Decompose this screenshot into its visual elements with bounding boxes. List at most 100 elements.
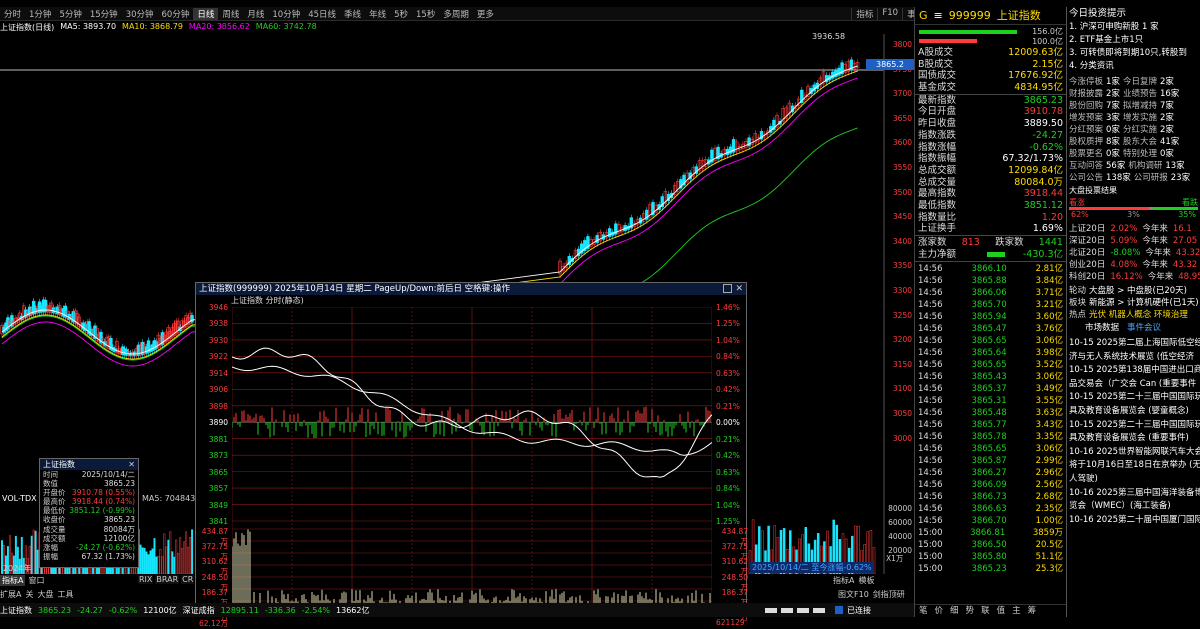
- hot-row[interactable]: 板块 新能源 > 计算机硬件(已1天): [1067, 297, 1200, 309]
- quote-tab[interactable]: 细: [950, 605, 959, 617]
- bottom-button[interactable]: 工具: [57, 589, 73, 601]
- period-tab[interactable]: 15分钟: [86, 8, 122, 20]
- intraday-popup[interactable]: 上证指数(999999) 2025年10月14日 星期二 PageUp/Down…: [195, 282, 748, 628]
- bottom-link[interactable]: 图文F10: [838, 589, 869, 600]
- stat-cell[interactable]: 拟增减持: [1123, 100, 1157, 112]
- stat-cell[interactable]: 财报披露: [1069, 88, 1103, 100]
- feed-item[interactable]: 4. 分类资讯: [1067, 60, 1200, 73]
- stat-cell[interactable]: 公司公告: [1069, 172, 1103, 184]
- period-tab[interactable]: 10分钟: [268, 8, 304, 20]
- news-item[interactable]: 品交易会（广交会 Can (重要事件: [1067, 378, 1200, 392]
- stat-cell[interactable]: 业绩预告: [1123, 88, 1157, 100]
- stat-cell[interactable]: 0家: [1106, 148, 1120, 160]
- tab-indicator[interactable]: 指标A: [0, 575, 26, 586]
- period-tab[interactable]: 15秒: [412, 8, 439, 20]
- stat-cell[interactable]: 增发预案: [1069, 112, 1103, 124]
- period-tab[interactable]: 45日线: [304, 8, 340, 20]
- news-item[interactable]: 具及教育设备展览会 (重要事件): [1067, 432, 1200, 446]
- period-tab[interactable]: 5秒: [390, 8, 412, 20]
- stat-cell[interactable]: 分红预案: [1069, 124, 1103, 136]
- feed-item[interactable]: 1. 沪深可申购新股 1 家: [1067, 21, 1200, 34]
- stat-cell[interactable]: 41家: [1160, 136, 1179, 148]
- stat-cell[interactable]: 股东大会: [1123, 136, 1157, 148]
- bottom-link[interactable]: 剑指顶研: [873, 589, 905, 600]
- quote-tab[interactable]: 笔: [919, 605, 928, 617]
- stat-cell[interactable]: 23家: [1171, 172, 1190, 184]
- period-tab[interactable]: 1分钟: [25, 8, 55, 20]
- quote-tab[interactable]: 主: [1012, 605, 1021, 617]
- stat-cell[interactable]: 公司研报: [1134, 172, 1168, 184]
- indicator-tab[interactable]: BRAR: [155, 575, 180, 584]
- feed-item[interactable]: 2. ETF基金上市1只: [1067, 34, 1200, 47]
- news-item[interactable]: 10-16 2025第二十届中国厦门国际: [1067, 514, 1200, 528]
- bottom-button[interactable]: 大盘: [37, 589, 53, 601]
- quote-tab[interactable]: 价: [935, 605, 944, 617]
- news-item[interactable]: 10-15 2025第二十三届中国国际玩: [1067, 419, 1200, 433]
- period-tab[interactable]: 月线: [243, 8, 268, 20]
- period-tab[interactable]: 年线: [365, 8, 390, 20]
- stat-cell[interactable]: 8家: [1106, 136, 1120, 148]
- news-item[interactable]: 10-15 2025第二十三届中国国际玩: [1067, 391, 1200, 405]
- stat-cell[interactable]: 分红实施: [1123, 124, 1157, 136]
- stat-cell[interactable]: 股权质押: [1069, 136, 1103, 148]
- stat-cell[interactable]: 2家: [1106, 88, 1120, 100]
- stat-cell[interactable]: 互动问答: [1069, 160, 1103, 172]
- stat-cell[interactable]: 机构调研: [1128, 160, 1162, 172]
- list-icon[interactable]: ≡: [934, 7, 943, 24]
- stat-cell[interactable]: 3家: [1106, 112, 1120, 124]
- news-item[interactable]: 人驾驶): [1067, 473, 1200, 487]
- period-tab[interactable]: 5分钟: [55, 8, 85, 20]
- stat-cell[interactable]: 7家: [1106, 100, 1120, 112]
- stat-cell[interactable]: 56家: [1106, 160, 1125, 172]
- stat-cell[interactable]: 股份回购: [1069, 100, 1103, 112]
- news-item[interactable]: 10-16 2025世界智能网联汽车大会: [1067, 446, 1200, 460]
- period-tab[interactable]: 30分钟: [122, 8, 158, 20]
- stat-cell[interactable]: 特别处理: [1123, 148, 1157, 160]
- news-item[interactable]: 将于10月16日至18日在京举办 (无: [1067, 459, 1200, 473]
- period-tab[interactable]: 多周期: [439, 8, 473, 20]
- news-item[interactable]: 10-15 2025第二届上海国际低空经: [1067, 337, 1200, 351]
- quote-tab[interactable]: 联: [981, 605, 990, 617]
- tick-list[interactable]: 14:56 3866.10 2.81亿 14:56 3865.88 3.84亿 14:56 3…: [915, 261, 1066, 575]
- feed-tab[interactable]: 事件会议: [1127, 321, 1161, 335]
- intraday-chart[interactable]: [232, 307, 712, 611]
- stat-cell[interactable]: 0家: [1160, 148, 1174, 160]
- toolbar-button[interactable]: F10: [877, 7, 902, 20]
- toolbar-button[interactable]: 指标: [851, 7, 877, 20]
- quote-tab[interactable]: 筹: [1028, 605, 1037, 617]
- bottom-button[interactable]: 关: [25, 589, 33, 601]
- stat-cell[interactable]: 16家: [1160, 88, 1179, 100]
- period-tab[interactable]: 分时: [0, 8, 25, 20]
- period-tab[interactable]: 60分钟: [158, 8, 194, 20]
- close-icon[interactable]: ✕: [128, 459, 135, 470]
- period-tab[interactable]: 季线: [340, 8, 365, 20]
- news-item[interactable]: 济与无人系统技术展览 (低空经济: [1067, 351, 1200, 365]
- news-item[interactable]: 10-15 2025第138届中国进出口商: [1067, 364, 1200, 378]
- bottom-button[interactable]: 扩展A: [0, 589, 21, 601]
- indicator-tab[interactable]: CR: [181, 575, 195, 584]
- hot-row[interactable]: 热点 光伏 机器人概念 环境治理: [1067, 309, 1200, 321]
- stat-cell[interactable]: 0家: [1106, 124, 1120, 136]
- quote-tab[interactable]: 值: [997, 605, 1006, 617]
- news-item[interactable]: 10-16 2025第三届中国海洋装备博: [1067, 487, 1200, 501]
- feed-item[interactable]: 3. 可转债即将到期10只,转股到: [1067, 47, 1200, 60]
- stat-cell[interactable]: 2家: [1160, 112, 1174, 124]
- stat-cell[interactable]: 股票更名: [1069, 148, 1103, 160]
- period-tab[interactable]: 日线: [193, 7, 219, 20]
- period-tab[interactable]: 更多: [473, 8, 498, 20]
- indicator-tab[interactable]: RIX: [138, 575, 154, 584]
- kline-tab[interactable]: 指标A: [833, 575, 854, 586]
- stat-cell[interactable]: 今日复牌: [1123, 76, 1157, 88]
- stat-cell[interactable]: 今涨停板: [1069, 76, 1103, 88]
- news-item[interactable]: 览会（WMEC）(海工装备): [1067, 500, 1200, 514]
- stat-cell[interactable]: 1家: [1106, 76, 1120, 88]
- tab-window[interactable]: 窗口: [28, 575, 44, 586]
- stat-cell[interactable]: 138家: [1106, 172, 1131, 184]
- hot-row[interactable]: 轮动 大盘股 > 中盘股(已20天): [1067, 285, 1200, 297]
- stat-cell[interactable]: 13家: [1165, 160, 1184, 172]
- feed-tab[interactable]: 市场数据: [1085, 321, 1119, 335]
- period-tab[interactable]: 周线: [218, 8, 243, 20]
- quote-tab[interactable]: 势: [966, 605, 975, 617]
- news-item[interactable]: 具及教育设备展览会 (婴童概念): [1067, 405, 1200, 419]
- maximize-icon[interactable]: [723, 284, 732, 293]
